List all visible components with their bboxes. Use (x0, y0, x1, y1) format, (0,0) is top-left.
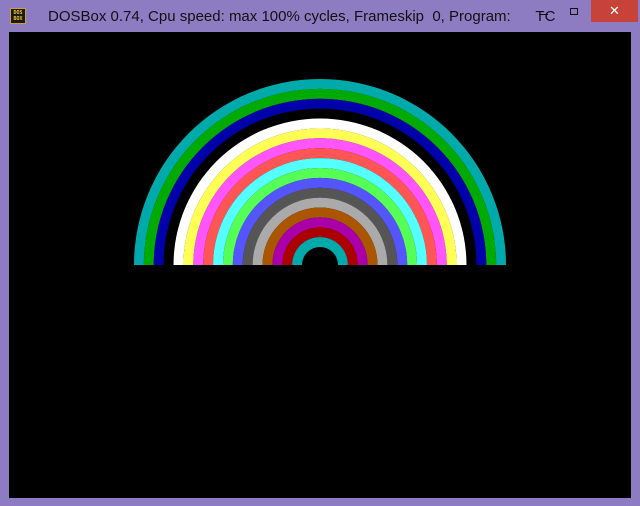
dosbox-app-icon[interactable]: DOS BOX (10, 8, 26, 24)
maximize-icon (570, 7, 578, 15)
dosbox-window: DOS BOX DOSBox 0.74, Cpu speed: max 100%… (0, 0, 640, 506)
title-bar[interactable]: DOS BOX DOSBox 0.74, Cpu speed: max 100%… (0, 0, 640, 32)
rainbow-graphic (134, 79, 506, 265)
close-button[interactable]: ✕ (591, 0, 638, 22)
window-title: DOSBox 0.74, Cpu speed: max 100% cycles,… (48, 8, 556, 25)
maximize-button[interactable] (560, 0, 588, 22)
close-icon: ✕ (609, 3, 620, 18)
minimize-button[interactable] (529, 0, 557, 22)
dos-screen[interactable] (9, 32, 631, 498)
app-icon-text-bottom: BOX (13, 16, 23, 22)
minimize-icon (538, 13, 548, 15)
